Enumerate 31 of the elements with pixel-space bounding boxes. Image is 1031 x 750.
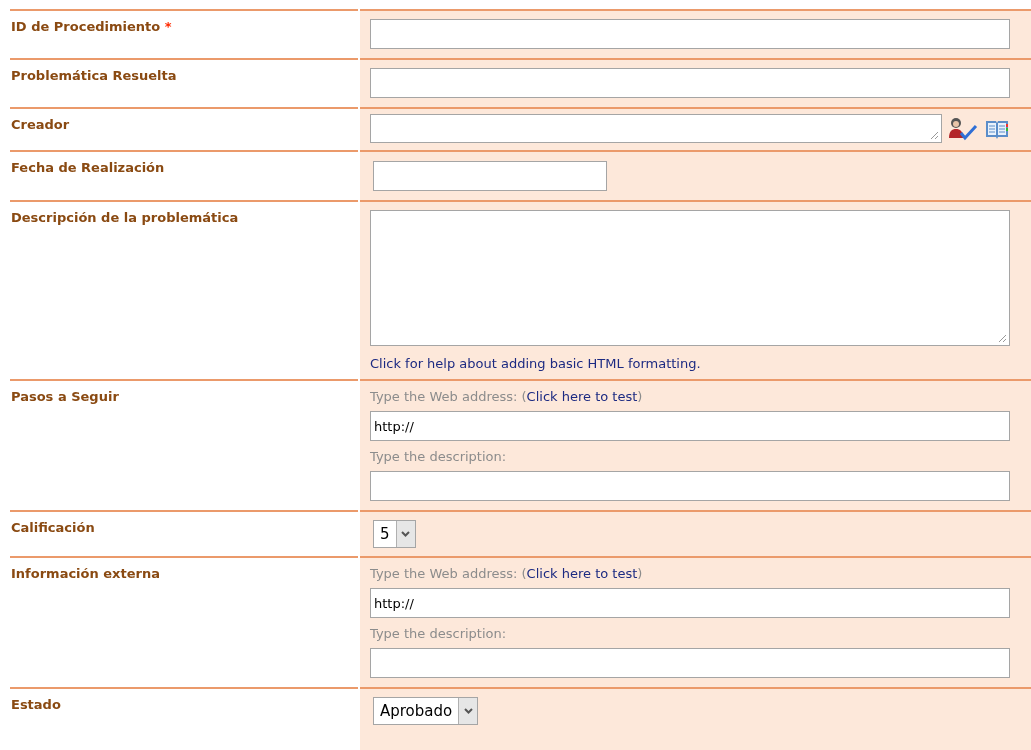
field-label: Información externa — [11, 566, 160, 581]
address-prompt: Type the Web address: (Click here to test) — [370, 565, 644, 583]
date-field[interactable] — [373, 161, 607, 191]
test-link[interactable]: Click here to test — [526, 389, 638, 404]
test-link[interactable]: Click here to test — [526, 566, 638, 581]
text-field[interactable] — [370, 19, 1010, 49]
chevron-down-icon — [463, 708, 473, 714]
resize-grip-icon[interactable] — [997, 333, 1007, 343]
resize-grip-icon[interactable] — [929, 130, 939, 140]
address-prompt: Type the Web address: (Click here to test) — [370, 388, 644, 406]
field-label: Creador — [11, 117, 70, 132]
description-field[interactable] — [370, 648, 1010, 678]
check-names-icon[interactable] — [948, 116, 978, 141]
field-label: Fecha de Realización — [11, 160, 165, 175]
description-prompt: Type the description: — [370, 625, 508, 643]
description-prompt: Type the description: — [370, 448, 508, 466]
field-label: Problemática Resuelta — [11, 68, 177, 83]
dropdown[interactable]: 5 — [373, 520, 416, 548]
address-field[interactable]: http:// — [370, 588, 1010, 618]
chevron-down-icon — [401, 531, 411, 537]
people-field[interactable] — [370, 114, 942, 143]
field-label: ID de Procedimiento * — [11, 19, 172, 34]
field-label: Estado — [11, 697, 61, 712]
dropdown[interactable]: Aprobado — [373, 697, 479, 725]
field-label: Pasos a Seguir — [11, 389, 119, 404]
help-link[interactable]: Click for help about adding basic HTML formatting. — [370, 356, 701, 371]
field-label: Descripción de la problemática — [11, 210, 239, 225]
address-field[interactable]: http:// — [370, 411, 1010, 441]
field-label: Calificación — [11, 520, 95, 535]
description-field[interactable] — [370, 471, 1010, 501]
text-field[interactable] — [370, 68, 1010, 98]
